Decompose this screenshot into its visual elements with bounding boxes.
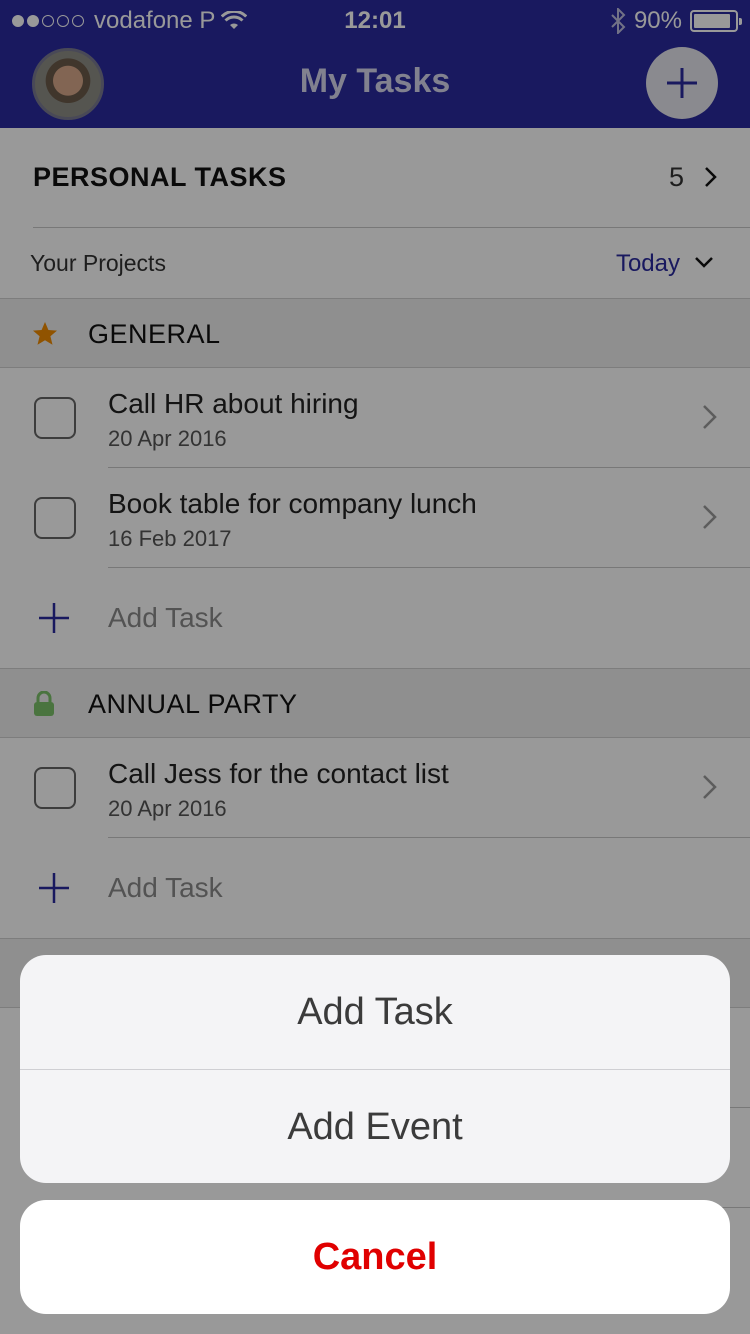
add-task-action[interactable]: Add Task (20, 955, 730, 1069)
action-sheet: Add Task Add Event (20, 955, 730, 1183)
add-event-action[interactable]: Add Event (20, 1070, 730, 1183)
app-screen: vodafone P 12:01 90% My Tasks PERSONAL T… (0, 0, 750, 1334)
cancel-button[interactable]: Cancel (20, 1200, 730, 1314)
